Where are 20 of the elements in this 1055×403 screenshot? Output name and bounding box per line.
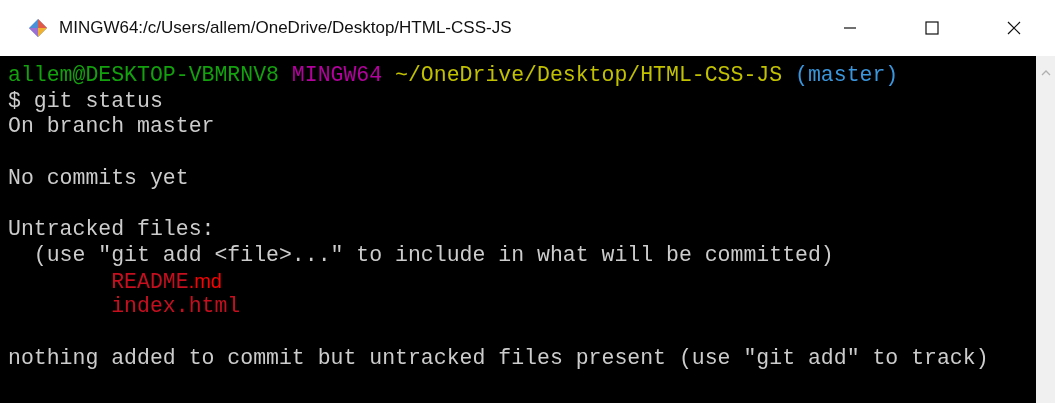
terminal-text: ~/OneDrive/Desktop/HTML-CSS-JS — [395, 63, 783, 89]
terminal-text: MINGW64 — [291, 63, 383, 89]
terminal-text: .md — [188, 268, 222, 294]
terminal-text: allem@DESKTOP-VBMRNV8 — [8, 63, 279, 89]
terminal-text: index.html — [110, 294, 241, 320]
close-icon — [1006, 20, 1022, 36]
terminal-text: $ git status — [8, 88, 163, 115]
terminal-text: No commits yet — [8, 165, 189, 192]
terminal-text: (use "git add <file>..." to include in what will be committed) — [32, 242, 834, 269]
diamond-logo-icon — [28, 18, 48, 38]
scroll-up-icon[interactable] — [1040, 70, 1051, 76]
terminal-text: nothing added to commit but untracked files present (use "git add" to track) — [8, 345, 989, 372]
maximize-icon — [924, 20, 940, 36]
minimize-icon — [844, 27, 856, 29]
window-title: MINGW64:/c/Users/allem/OneDrive/Desktop/HTML-CSS-JS — [59, 18, 513, 38]
terminal-text: (master) — [795, 63, 899, 89]
terminal-text: Untracked files: — [8, 217, 215, 243]
terminal-text: README — [110, 269, 189, 296]
scrollbar[interactable] — [1036, 56, 1055, 403]
terminal-text: On branch master — [8, 114, 215, 141]
